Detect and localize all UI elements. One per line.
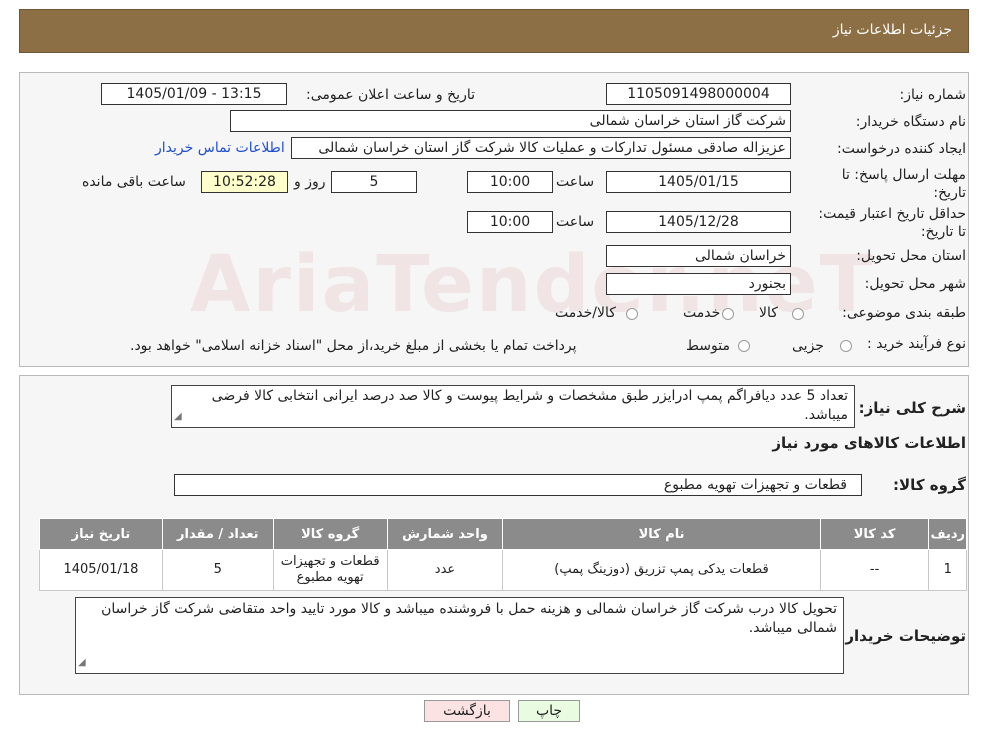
city-field: بجنورد (606, 273, 791, 295)
col-header-group: گروه کالا (272, 518, 388, 550)
category-goods-service-radio[interactable] (626, 308, 638, 320)
price-validity-label: حداقل تاریخ اعتبار قیمت: تا تاریخ: (818, 206, 966, 240)
cell-code: -- (819, 549, 930, 591)
cell-name: قطعات یدکی پمپ تزریق (دوزینگ پمپ) (502, 549, 821, 591)
buyer-contact-link[interactable]: اطلاعات تماس خریدار (155, 140, 285, 156)
city-label: شهر محل تحویل: (864, 276, 966, 292)
goods-group-label: گروه کالا: (893, 476, 966, 494)
days-label: روز و (294, 174, 326, 190)
col-header-name: نام کالا (502, 518, 821, 550)
announce-label: تاریخ و ساعت اعلان عمومی: (306, 87, 475, 103)
cell-row-number: 1 (928, 549, 967, 591)
creator-label: ایجاد کننده درخواست: (837, 141, 966, 157)
category-goods-radio[interactable] (792, 308, 804, 320)
resize-grip-icon[interactable]: ◢ (78, 653, 86, 672)
need-number-label: شماره نیاز: (899, 87, 967, 103)
col-header-unit: واحد شمارش (386, 518, 504, 550)
category-goods-service-label: کالا/خدمت (555, 305, 616, 321)
reply-deadline-label: مهلت ارسال پاسخ: تا تاریخ: (841, 167, 966, 201)
category-goods-label: کالا (759, 305, 778, 321)
cell-unit: عدد (386, 549, 504, 591)
items-table: ردیف کد کالا نام کالا واحد شمارش گروه کا… (39, 518, 967, 591)
col-header-quantity: تعداد / مقدار (161, 518, 274, 550)
back-button[interactable]: بازگشت (424, 700, 510, 722)
buyer-field: شرکت گاز استان خراسان شمالی (230, 110, 791, 132)
goods-group-field: قطعات و تجهیزات تهویه مطبوع (174, 474, 862, 496)
goods-group-value: قطعات و تجهیزات تهویه مطبوع (663, 477, 847, 493)
table-row: 1 -- قطعات یدکی پمپ تزریق (دوزینگ پمپ) ع… (39, 549, 967, 591)
col-header-date: تاریخ نیاز (39, 518, 163, 550)
province-field: خراسان شمالی (606, 245, 791, 267)
remaining-label: ساعت باقی مانده (82, 174, 186, 190)
price-date-field: 1405/12/28 (606, 211, 791, 233)
price-time-label: ساعت (556, 214, 595, 230)
table-header-row: ردیف کد کالا نام کالا واحد شمارش گروه کا… (39, 518, 967, 550)
col-header-code: کد کالا (819, 518, 930, 550)
page-header: جزئیات اطلاعات نیاز (19, 9, 969, 53)
buyer-label: نام دستگاه خریدار: (855, 114, 966, 130)
process-minor-label: جزیی (792, 338, 824, 354)
reply-time-field: 10:00 (467, 171, 553, 193)
days-field: 5 (331, 171, 417, 193)
cell-group: قطعات و تجهیزات تهویه مطبوع (272, 549, 388, 591)
announce-field: 1405/01/09 - 13:15 (101, 83, 287, 105)
process-label: نوع فرآیند خرید : (867, 336, 966, 352)
page-title: جزئیات اطلاعات نیاز (832, 22, 952, 38)
cell-date: 1405/01/18 (39, 549, 163, 591)
need-number-field: 1105091498000004 (606, 83, 791, 105)
creator-field: عزیزاله صادقی مسئول تداركات و عملیات كال… (291, 137, 791, 159)
goods-info-title: اطلاعات کالاهای مورد نیاز (772, 434, 966, 452)
buyer-notes-textarea[interactable]: تحویل کالا درب شرکت گاز خراسان شمالی و ه… (75, 597, 844, 674)
process-medium-label: متوسط (686, 338, 730, 354)
col-header-row-number: ردیف (928, 518, 967, 550)
description-textarea[interactable]: تعداد 5 عدد دیافراگم پمپ ادرایزر طبق مشخ… (171, 385, 855, 428)
process-medium-radio[interactable] (738, 340, 750, 352)
reply-date-field: 1405/01/15 (606, 171, 791, 193)
cell-quantity: 5 (161, 549, 274, 591)
province-label: استان محل تحویل: (856, 248, 966, 264)
print-button[interactable]: چاپ (518, 700, 580, 722)
category-label: طبقه بندی موضوعی: (842, 305, 966, 321)
price-time-field: 10:00 (467, 211, 553, 233)
resize-grip-icon[interactable]: ◢ (174, 407, 182, 426)
reply-time-label: ساعت (556, 174, 595, 190)
process-note: پرداخت تمام یا بخشی از مبلغ خرید،از محل … (130, 338, 577, 354)
description-label: شرح کلی نیاز: (858, 399, 966, 417)
process-minor-radio[interactable] (840, 340, 852, 352)
buyer-notes-text: تحویل کالا درب شرکت گاز خراسان شمالی و ه… (101, 601, 837, 636)
remaining-time-field: 10:52:28 (201, 171, 288, 193)
buyer-notes-label: توضیحات خریدار: (839, 627, 966, 645)
category-service-label: خدمت (683, 305, 721, 321)
description-text: تعداد 5 عدد دیافراگم پمپ ادرایزر طبق مشخ… (211, 388, 848, 423)
category-service-radio[interactable] (722, 308, 734, 320)
